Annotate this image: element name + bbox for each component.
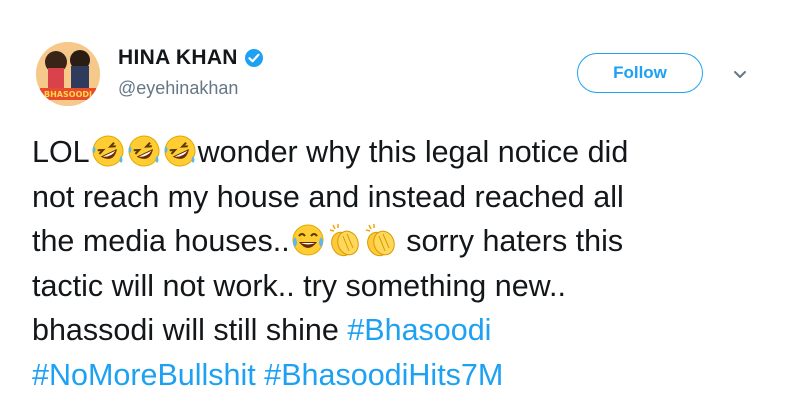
face-with-tears-of-joy-emoji <box>291 223 325 257</box>
display-name-row: HINA KHAN <box>118 46 264 70</box>
verified-badge-icon <box>244 48 264 68</box>
hashtag-link[interactable]: #NoMoreBullshit <box>32 358 256 392</box>
avatar[interactable]: BHASOODI <box>36 42 100 106</box>
rolling-on-floor-laughing-emoji <box>163 134 197 168</box>
tweet-line-4: tactic will not work.. try something new… <box>32 268 566 303</box>
avatar-logo-text: BHASOODI <box>44 90 92 99</box>
tweet-text-segment: LOL <box>32 135 90 169</box>
tweet-line-2: not reach my house and instead reached a… <box>32 179 624 214</box>
clapping-hands-emoji <box>327 223 361 257</box>
tweet-text-segment: the media houses.. <box>32 224 290 258</box>
tweet-line-1: LOL wonder why this legal notice did <box>32 130 772 175</box>
display-name[interactable]: HINA KHAN <box>118 46 238 70</box>
hashtag-link[interactable]: #BhasoodiHits7M <box>264 358 503 392</box>
tweet-card: BHASOODI HINA KHAN @eyehinakhan Follow L… <box>0 0 800 418</box>
tweet-text: LOL wonder why this legal notice did not… <box>32 130 772 397</box>
tweet-line-3: the media houses.. sorry haters this <box>32 219 772 264</box>
chevron-down-icon[interactable] <box>732 68 748 80</box>
rolling-on-floor-laughing-emoji <box>91 134 125 168</box>
tweet-text-segment: bhassodi will still shine <box>32 313 348 347</box>
hashtag-link[interactable]: #Bhasoodi <box>347 313 491 347</box>
tweet-text-segment: wonder why this legal notice did <box>197 135 629 169</box>
tweet-text-segment: sorry haters this <box>397 224 624 258</box>
follow-button[interactable]: Follow <box>577 53 703 93</box>
tweet-line-5: bhassodi will still shine #Bhasoodi <box>32 308 772 353</box>
user-handle[interactable]: @eyehinakhan <box>118 78 264 99</box>
tweet-header: BHASOODI HINA KHAN @eyehinakhan Follow <box>32 38 772 118</box>
tweet-line-6: #NoMoreBullshit #BhasoodiHits7M <box>32 353 772 398</box>
rolling-on-floor-laughing-emoji <box>127 134 161 168</box>
user-names: HINA KHAN @eyehinakhan <box>118 46 264 99</box>
clapping-hands-emoji <box>363 223 397 257</box>
